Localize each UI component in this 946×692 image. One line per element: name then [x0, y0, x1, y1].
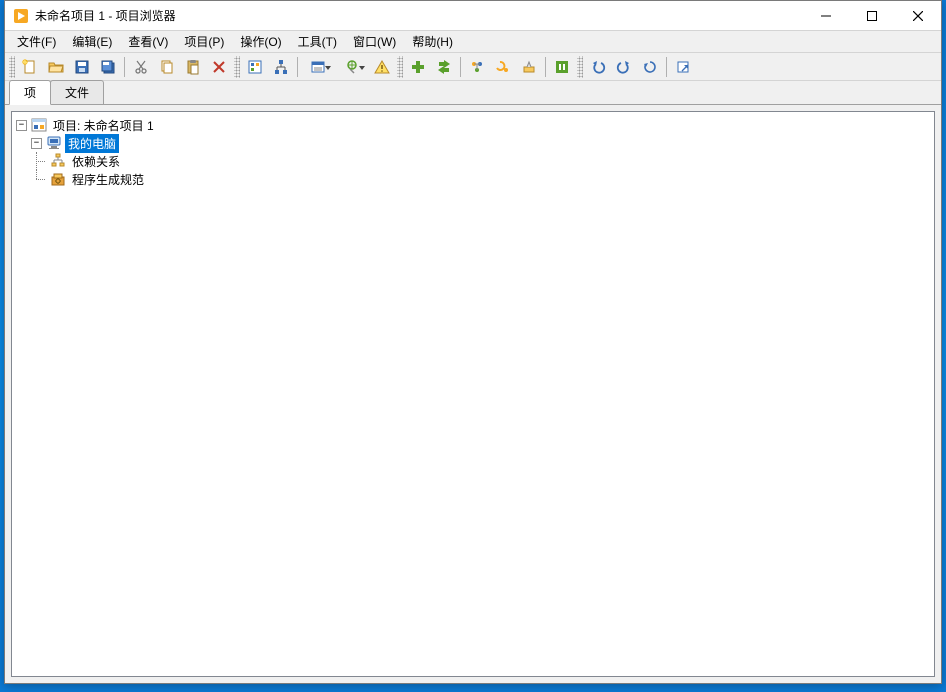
- tree-row-build-specs[interactable]: 程序生成规范: [16, 170, 930, 188]
- toolbar-separator: [545, 57, 546, 77]
- config-button[interactable]: [302, 55, 334, 79]
- tree-line-icon: [31, 152, 46, 170]
- menu-file[interactable]: 文件(F): [9, 31, 64, 52]
- toolbar-grip: [577, 56, 583, 78]
- expand-button[interactable]: [671, 55, 695, 79]
- menu-project[interactable]: 项目(P): [176, 31, 232, 52]
- expand-toggle-icon[interactable]: −: [16, 120, 27, 131]
- remove-button[interactable]: [432, 55, 456, 79]
- app-icon: [13, 8, 29, 24]
- minimize-button[interactable]: [803, 1, 849, 30]
- menu-edit[interactable]: 编辑(E): [64, 31, 120, 52]
- tab-files[interactable]: 文件: [50, 80, 104, 105]
- toolbar-grip: [234, 56, 240, 78]
- open-button[interactable]: [44, 55, 68, 79]
- tree-label: 依赖关系: [69, 152, 123, 171]
- pause-resume-button[interactable]: [550, 55, 574, 79]
- tab-items[interactable]: 项: [9, 80, 51, 105]
- project-tree[interactable]: − 项目: 未命名项目 1 − 我的电脑: [11, 111, 935, 677]
- vi-properties-button[interactable]: [243, 55, 267, 79]
- computer-icon: [46, 135, 62, 151]
- tree-label: 程序生成规范: [69, 170, 147, 189]
- close-button[interactable]: [895, 1, 941, 30]
- tree-label: 我的电脑: [65, 134, 119, 153]
- tree-row-my-computer[interactable]: − 我的电脑: [16, 134, 930, 152]
- tabbar: 项 文件: [5, 81, 941, 105]
- save-button[interactable]: [70, 55, 94, 79]
- expand-toggle-icon[interactable]: −: [31, 138, 42, 149]
- toolbar: [5, 53, 941, 81]
- vi-hierarchy-button[interactable]: [269, 55, 293, 79]
- toolbar-separator: [666, 57, 667, 77]
- cleanup-button[interactable]: [517, 55, 541, 79]
- tree-row-project-root[interactable]: − 项目: 未命名项目 1: [16, 116, 930, 134]
- add-button[interactable]: [406, 55, 430, 79]
- paste-button[interactable]: [181, 55, 205, 79]
- maximize-button[interactable]: [849, 1, 895, 30]
- new-button[interactable]: [18, 55, 42, 79]
- window-controls: [803, 1, 941, 30]
- redo-button[interactable]: [612, 55, 636, 79]
- menu-view[interactable]: 查看(V): [120, 31, 176, 52]
- highlight-button[interactable]: [465, 55, 489, 79]
- filter-button[interactable]: [336, 55, 368, 79]
- titlebar: 未命名项目 1 - 项目浏览器: [5, 1, 941, 31]
- menu-tools[interactable]: 工具(T): [290, 31, 345, 52]
- menubar: 文件(F) 编辑(E) 查看(V) 项目(P) 操作(O) 工具(T) 窗口(W…: [5, 31, 941, 53]
- menu-help[interactable]: 帮助(H): [404, 31, 461, 52]
- tree-line-icon: [31, 170, 46, 188]
- menu-operate[interactable]: 操作(O): [232, 31, 289, 52]
- project-icon: [31, 117, 47, 133]
- content-area: − 项目: 未命名项目 1 − 我的电脑: [5, 105, 941, 683]
- cut-button[interactable]: [129, 55, 153, 79]
- toolbar-separator: [460, 57, 461, 77]
- window-title: 未命名项目 1 - 项目浏览器: [35, 7, 803, 24]
- save-all-button[interactable]: [96, 55, 120, 79]
- build-specs-icon: [50, 171, 66, 187]
- tree-row-dependencies[interactable]: 依赖关系: [16, 152, 930, 170]
- toolbar-separator: [297, 57, 298, 77]
- warnings-button[interactable]: [370, 55, 394, 79]
- undo-button[interactable]: [586, 55, 610, 79]
- delete-button[interactable]: [207, 55, 231, 79]
- toolbar-grip: [397, 56, 403, 78]
- find-button[interactable]: [491, 55, 515, 79]
- dependencies-icon: [50, 153, 66, 169]
- toolbar-separator: [124, 57, 125, 77]
- menu-window[interactable]: 窗口(W): [345, 31, 404, 52]
- app-window: 未命名项目 1 - 项目浏览器 文件(F) 编辑(E) 查看(V) 项目(P) …: [4, 0, 942, 684]
- toolbar-grip: [9, 56, 15, 78]
- refresh-button[interactable]: [638, 55, 662, 79]
- copy-button[interactable]: [155, 55, 179, 79]
- tree-label: 项目: 未命名项目 1: [50, 116, 157, 135]
